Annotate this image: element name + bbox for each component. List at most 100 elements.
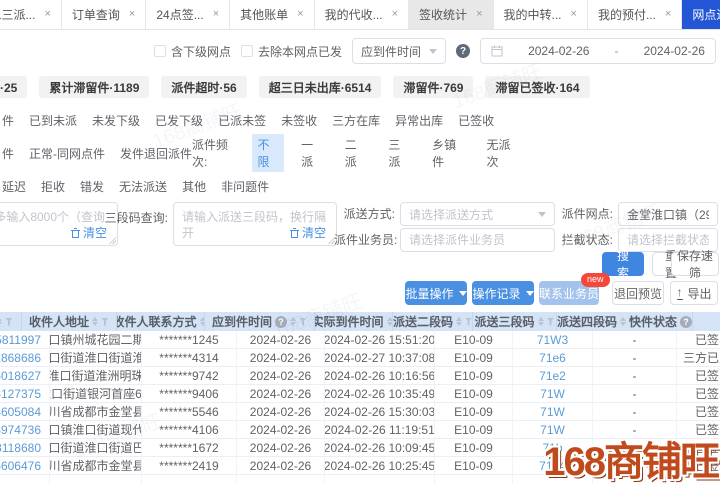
stat-pill[interactable]: 滞留已签收·164 [485,76,589,98]
seg3-code-link[interactable]: 71W [513,403,593,420]
column-header[interactable]: 实际到件时间 ? [315,312,393,331]
status-filter-link[interactable]: 异常出库 [395,112,443,129]
filter-icon[interactable] [465,318,472,326]
checkbox-icon[interactable] [241,45,253,57]
problem-filter-link[interactable]: 非问题件 [221,178,269,195]
seg3-code-link[interactable]: 71e2 [513,367,593,384]
waybill-link[interactable]: 76606476 [0,457,50,474]
time-type-select[interactable]: 应到件时间 [352,38,446,64]
sort-icon[interactable] [456,314,462,329]
stat-pill[interactable]: 累计滞留件·1189 [39,76,149,98]
close-icon[interactable]: × [213,9,219,20]
close-icon[interactable]: × [571,9,577,20]
seg3-code-link[interactable]: 71W3 [513,331,593,348]
column-header[interactable]: 派送二段码 ? [393,312,473,331]
batch-actions-button[interactable]: 批量操作 [405,281,467,305]
contact-courier-button[interactable]: 联系业务员 new [539,281,599,305]
table-row[interactable]: 38974736 淮口镇淮口街道现代... *******4106 2024-0… [0,421,720,439]
filter-icon[interactable] [5,318,13,326]
seg3-code-link[interactable]: 71e6 [513,349,593,366]
waybill-link[interactable]: 04605084 [0,403,50,420]
sort-icon[interactable] [538,314,544,329]
waybill-link[interactable]: 38974736 [0,421,50,438]
close-icon[interactable]: × [476,9,482,20]
frequency-option[interactable]: 三派 [383,134,415,172]
waybill-link[interactable]: 63127375 [0,385,50,402]
tab[interactable]: 24点签... × [145,0,229,29]
tab[interactable]: 我的代收... × [314,0,408,29]
problem-filter-link[interactable]: 其他 [182,178,206,195]
stat-pill[interactable]: 滞留件·769 [393,76,473,98]
date-range-picker[interactable]: 2024-02-26 - 2024-02-26 [480,38,716,64]
help-icon[interactable]: ? [456,44,470,58]
date-to[interactable]: 2024-02-26 [644,44,705,58]
tab[interactable]: 网点进港... × [681,0,720,29]
status-filter-link[interactable]: 已发下级 [155,112,203,129]
help-icon[interactable]: ? [680,316,692,328]
seg3-code-link[interactable]: 71W [513,385,593,402]
column-header[interactable]: 快件状态 ? [629,312,693,331]
close-icon[interactable]: × [44,9,50,20]
type-filter-link[interactable]: 正常-同网点件 [29,145,105,162]
close-icon[interactable]: × [297,9,303,20]
status-filter-link[interactable]: 已到未派 [29,112,77,129]
operation-log-button[interactable]: 操作记录 [472,281,534,305]
delivery-method-select[interactable]: 请选择派送方式 [400,202,555,226]
courier-input[interactable] [400,228,555,252]
status-filter-link[interactable]: 未发下级 [92,112,140,129]
sort-icon[interactable] [92,314,98,329]
type-filter-link[interactable]: 发件退回派件 [120,145,192,162]
column-header[interactable]: 派送三段码 ? [473,312,557,331]
checkbox-icon[interactable] [154,45,166,57]
sort-icon[interactable] [387,314,393,329]
stat-pill[interactable]: 超三日未出库·6514 [259,76,382,98]
problem-filter-link[interactable]: 延迟 [2,178,26,195]
status-filter-link[interactable]: 件 [2,112,14,129]
problem-filter-link[interactable]: 错发 [80,178,104,195]
status-filter-link[interactable]: 已签收 [458,112,494,129]
waybill-link[interactable]: 95811997 [0,331,50,348]
column-header[interactable]: 单号 ? [0,312,22,331]
include-sub-sites-checkbox[interactable]: 含下级网点 [154,43,231,60]
filter-icon[interactable] [299,318,307,326]
tab[interactable]: 一二三派... × [0,0,61,29]
tab[interactable]: 其他账单 × [229,0,313,29]
sort-icon[interactable] [290,314,296,329]
frequency-option[interactable]: 不限 [252,134,284,172]
table-row[interactable]: 71868686 淮口街道淮口街道淮... *******4314 2024-0… [0,349,720,367]
waybill-link[interactable]: 63118680 [0,439,50,456]
waybill-link[interactable]: 71868686 [0,349,50,366]
frequency-option[interactable]: 一派 [296,134,328,172]
waybill-link[interactable]: 06018627 [0,367,50,384]
save-filter-button[interactable]: 保存速筛 [671,252,719,276]
table-row[interactable]: 63127375 淮口街道银河首座6... *******9406 2024-0… [0,385,720,403]
close-icon[interactable]: × [665,9,671,20]
export-button[interactable]: ↑ 导出 [670,281,718,305]
table-row[interactable]: 06018627 淮口街道淮洲明珠 *******9742 2024-02-26… [0,367,720,385]
status-filter-link[interactable]: 三方在库 [332,112,380,129]
help-icon[interactable]: ? [275,316,287,328]
exclude-sent-checkbox[interactable]: 去除本网点已发 [241,43,342,60]
column-header[interactable]: 派送四段码 ? [557,312,629,331]
filter-icon[interactable] [547,318,555,326]
problem-filter-link[interactable]: 无法派送 [119,178,167,195]
seg3-code-link[interactable]: 71W [513,421,593,438]
date-from[interactable]: 2024-02-26 [528,44,589,58]
sort-icon[interactable] [620,314,626,329]
table-row[interactable]: 95811997 淮口镇州城花园二期... *******1245 2024-0… [0,331,720,349]
tab[interactable]: 我的预付... × [587,0,681,29]
stat-pill[interactable]: 派件超时·56 [161,76,246,98]
search-button[interactable]: 搜索 [602,252,644,276]
tab[interactable]: 签收统计 × [408,0,492,29]
close-icon[interactable]: × [129,9,135,20]
column-header[interactable]: 收件人地址 ? [22,312,117,331]
waybill-link[interactable]: - [0,475,50,484]
return-preview-button[interactable]: 退回预览 [612,281,664,305]
frequency-option[interactable]: 二派 [340,134,372,172]
tab[interactable]: 我的中转... × [493,0,587,29]
stat-pill[interactable]: 查询·25 [0,76,27,98]
frequency-option[interactable]: 无派次 [482,134,524,172]
frequency-option[interactable]: 乡镇件 [427,134,469,172]
clear-button[interactable]: 清空 [290,225,326,241]
tab[interactable]: 订单查询 × [61,0,145,29]
